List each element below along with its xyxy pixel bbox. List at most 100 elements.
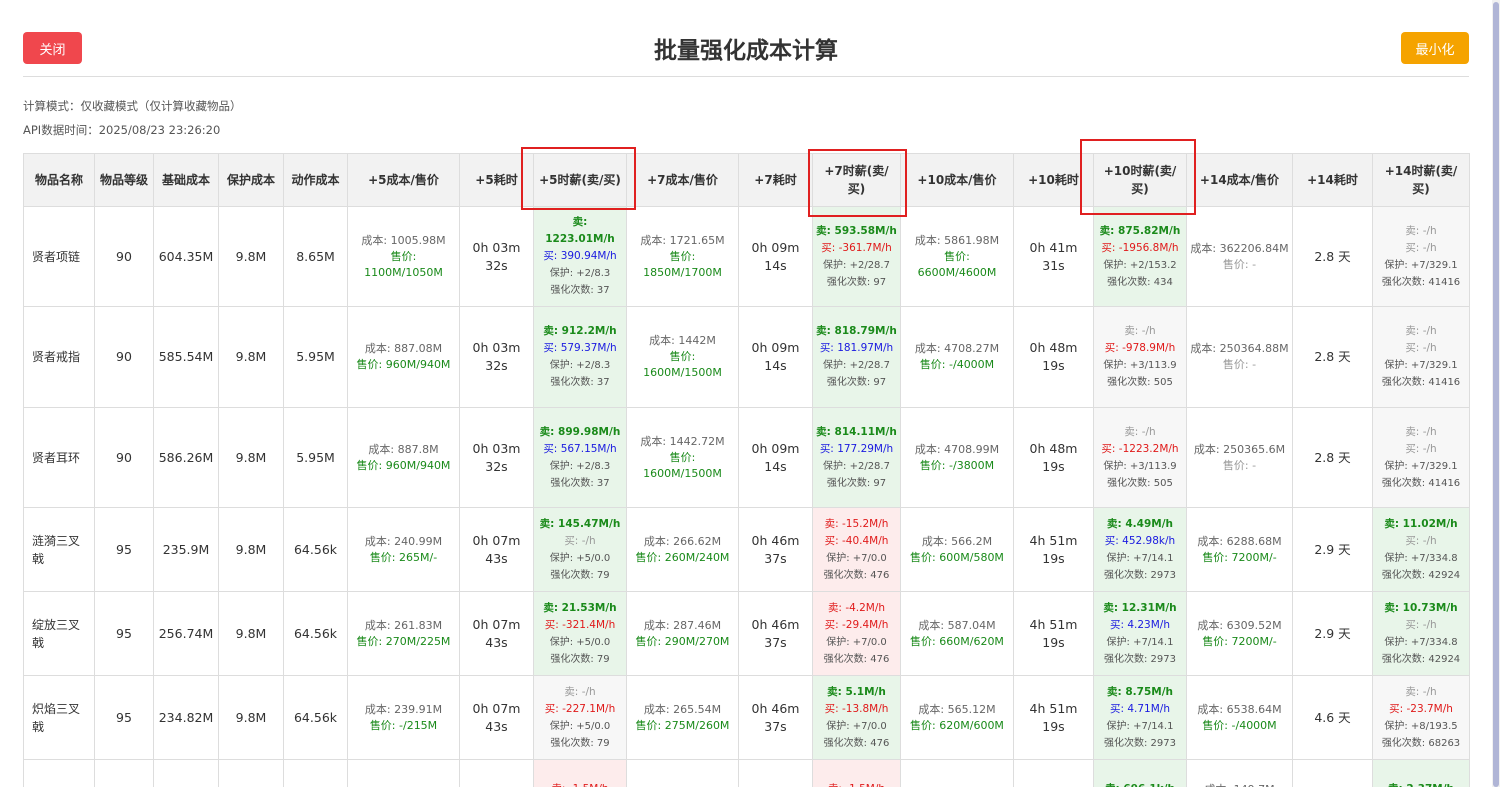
price-value: 6600M/4600M	[917, 265, 997, 279]
price-label: 售价: 600M/580M	[910, 550, 1004, 564]
time-plus7	[738, 759, 813, 787]
table-row[interactable]: 贤者耳环 90 586.26M 9.8M 5.95M 成本: 887.8M 售价: 960M…	[23, 407, 1470, 508]
hourly-profit-cell: 卖: -1.5M/h	[812, 759, 901, 787]
action-cost: 5.95M	[283, 306, 348, 408]
sell-hourly: 卖: 1223.01M/h	[545, 216, 615, 245]
cost-value: 成本: 250365.6M	[1193, 442, 1286, 456]
protect-info: 保护: +7/0.0	[826, 552, 887, 564]
protect-info: 保护: +2/8.3	[549, 360, 611, 371]
column-header: 物品等级	[94, 153, 154, 207]
price-label: 售价: 7200M/-	[1202, 550, 1277, 564]
cost-value: 成本: 6309.52M	[1197, 618, 1282, 632]
base-cost: 234.82M	[153, 675, 219, 760]
hourly-profit-cell: 卖: 818.79M/h 买: 181.97M/h 保护: +2/28.7 强化次数:…	[812, 306, 901, 408]
buy-hourly: 买: -29.4M/h	[824, 618, 889, 631]
cost-value: 成本: 6288.68M	[1197, 534, 1282, 548]
column-header: 基础成本	[153, 153, 219, 207]
scrollbar-thumb[interactable]	[1493, 2, 1499, 787]
action-cost: 5.95M	[283, 407, 348, 508]
price-value: 1600M/1500M	[643, 466, 722, 480]
time-plus5: 0h 03m 32s	[459, 306, 534, 408]
action-cost: 8.65M	[283, 206, 348, 307]
protect-info: 保护: +2/153.2	[1103, 259, 1177, 271]
price-label: 售价:	[669, 350, 696, 363]
column-header: +10耗时	[1013, 153, 1094, 207]
hourly-profit-cell: 卖: 11.02M/h 买: -/h 保护: +7/334.8 强化次数: 42924	[1372, 507, 1470, 592]
cost-value: 成本: 4708.99M	[914, 442, 1000, 456]
protect-cost: 9.8M	[218, 507, 284, 592]
table-row[interactable]: 绽放三叉戟 95 256.74M 9.8M 64.56k 成本: 261.83M 售价: 2…	[23, 591, 1470, 676]
price-label: 售价: 960M/940M	[356, 358, 451, 371]
protect-info: 保护: +7/334.8	[1384, 552, 1458, 564]
cost-price-cell: 成本: 261.83M 售价: 270M/225M	[347, 591, 460, 676]
enhance-count: 强化次数: 42924	[1381, 653, 1461, 665]
price-label: 售价:	[669, 450, 696, 464]
buy-hourly: 买: 452.98k/h	[1104, 534, 1176, 547]
hourly-profit-cell: 卖: 875.82M/h 买: -1956.8M/h 保护: +2/153.2 强化次…	[1093, 206, 1187, 307]
action-cost: 64.56k	[283, 507, 348, 592]
cost-price-cell: 成本: 239.91M 售价: -/215M	[347, 675, 460, 760]
vertical-scrollbar[interactable]	[1492, 0, 1500, 787]
item-name: 贤者耳环	[23, 407, 95, 508]
time-plus5: 0h 03m 32s	[459, 206, 534, 307]
table-row[interactable]: 贤者项链 90 604.35M 9.8M 8.65M 成本: 1005.98M 售价: 110…	[23, 206, 1470, 307]
sell-hourly: 卖: -/h	[1405, 685, 1437, 698]
price-label: 售价: 270M/225M	[356, 634, 451, 648]
buy-hourly: 买: -/h	[564, 534, 596, 547]
cost-value: 成本: 149.7M	[1190, 782, 1289, 787]
column-header: +10时薪(卖/买)	[1093, 153, 1187, 207]
hourly-profit-cell: 卖: -/h 买: -23.7M/h 保护: +8/193.5 强化次数: 68263	[1372, 675, 1470, 760]
hourly-profit-cell: 卖: 145.47M/h 买: -/h 保护: +5/0.0 强化次数: 79	[533, 507, 627, 592]
base-cost: 256.74M	[153, 591, 219, 676]
cost-value: 成本: 887.08M	[364, 342, 443, 355]
column-header: 动作成本	[283, 153, 348, 207]
column-header: +7耗时	[738, 153, 813, 207]
time-plus10	[1013, 759, 1094, 787]
table-row[interactable]: 卖: -1.5M/h 卖: -1.5M/h 卖: 696.1k/h 成本: 149.7…	[23, 759, 1470, 787]
cost-price-cell: 成本: 887.8M 售价: 960M/940M	[347, 407, 460, 508]
action-cost: 64.56k	[283, 675, 348, 760]
enhance-count: 强化次数: 37	[550, 477, 610, 489]
cost-price-cell: 成本: 266.62M 售价: 260M/240M	[626, 507, 739, 592]
enhance-count: 强化次数: 97	[826, 276, 887, 288]
hourly-profit-cell: 卖: 814.11M/h 买: 177.29M/h 保护: +2/28.7 强化次数:…	[812, 407, 901, 508]
cost-price-cell: 成本: 887.08M 售价: 960M/940M	[347, 306, 460, 408]
item-level: 95	[94, 507, 154, 592]
table-row[interactable]: 炽焰三叉戟 95 234.82M 9.8M 64.56k 成本: 239.91M 售价: -…	[23, 675, 1470, 760]
table-row[interactable]: 涟漪三叉戟 95 235.9M 9.8M 64.56k 成本: 240.99M 售价: 26…	[23, 507, 1470, 592]
enhance-count: 强化次数: 37	[550, 285, 610, 296]
sell-hourly: 卖: -/h	[1124, 425, 1156, 438]
buy-hourly: 买: -227.1M/h	[544, 702, 616, 715]
price-label: 售价:	[944, 249, 970, 263]
buy-hourly: 买: -978.9M/h	[1104, 342, 1176, 354]
enhance-count: 强化次数: 505	[1107, 477, 1173, 489]
buy-hourly: 买: -/h	[1405, 342, 1437, 354]
buy-hourly: 买: -/h	[1405, 534, 1437, 547]
protect-info: 保护: +2/28.7	[823, 259, 890, 271]
minimize-button[interactable]: 最小化	[1401, 32, 1469, 64]
cost-price-cell: 成本: 240.99M 售价: 265M/-	[347, 507, 460, 592]
item-name: 绽放三叉戟	[23, 591, 95, 676]
cost-value: 成本: 261.83M	[364, 618, 443, 632]
cost-price-cell: 成本: 250364.88M 售价: -	[1186, 306, 1293, 408]
buy-hourly: 买: -13.8M/h	[824, 702, 889, 715]
price-label: 售价:	[669, 249, 696, 263]
buy-hourly: 买: -40.4M/h	[824, 534, 889, 547]
time-plus10: 4h 51m 19s	[1013, 675, 1094, 760]
cost-value: 成本: 1005.98M	[361, 233, 446, 247]
buy-hourly: 买: -23.7M/h	[1389, 702, 1453, 715]
time-plus10: 0h 48m 19s	[1013, 306, 1094, 408]
cost-value: 成本: 250364.88M	[1190, 342, 1289, 355]
hourly-profit-cell: 卖: 696.1k/h	[1093, 759, 1187, 787]
time-plus14: 2.8 天	[1292, 306, 1373, 408]
table-row[interactable]: 贤者戒指 90 585.54M 9.8M 5.95M 成本: 887.08M 售价: 960…	[23, 306, 1470, 408]
item-name: 涟漪三叉戟	[23, 507, 95, 592]
time-plus7: 0h 46m 37s	[738, 591, 813, 676]
enhance-cost-table: 物品名称 物品等级 基础成本 保护成本 动作成本 +5成本/售价 +5耗时 +5时薪(卖/买)…	[23, 153, 1470, 787]
buy-hourly: 买: 579.37M/h	[543, 342, 617, 354]
buy-hourly: 买: 177.29M/h	[819, 442, 894, 455]
sell-hourly: 卖: -1.5M/h	[537, 781, 623, 787]
cost-price-cell: 成本: 6538.64M 售价: -/4000M	[1186, 675, 1293, 760]
cost-value: 成本: 1721.65M	[640, 233, 725, 247]
sell-hourly: 卖: -15.2M/h	[824, 517, 889, 530]
